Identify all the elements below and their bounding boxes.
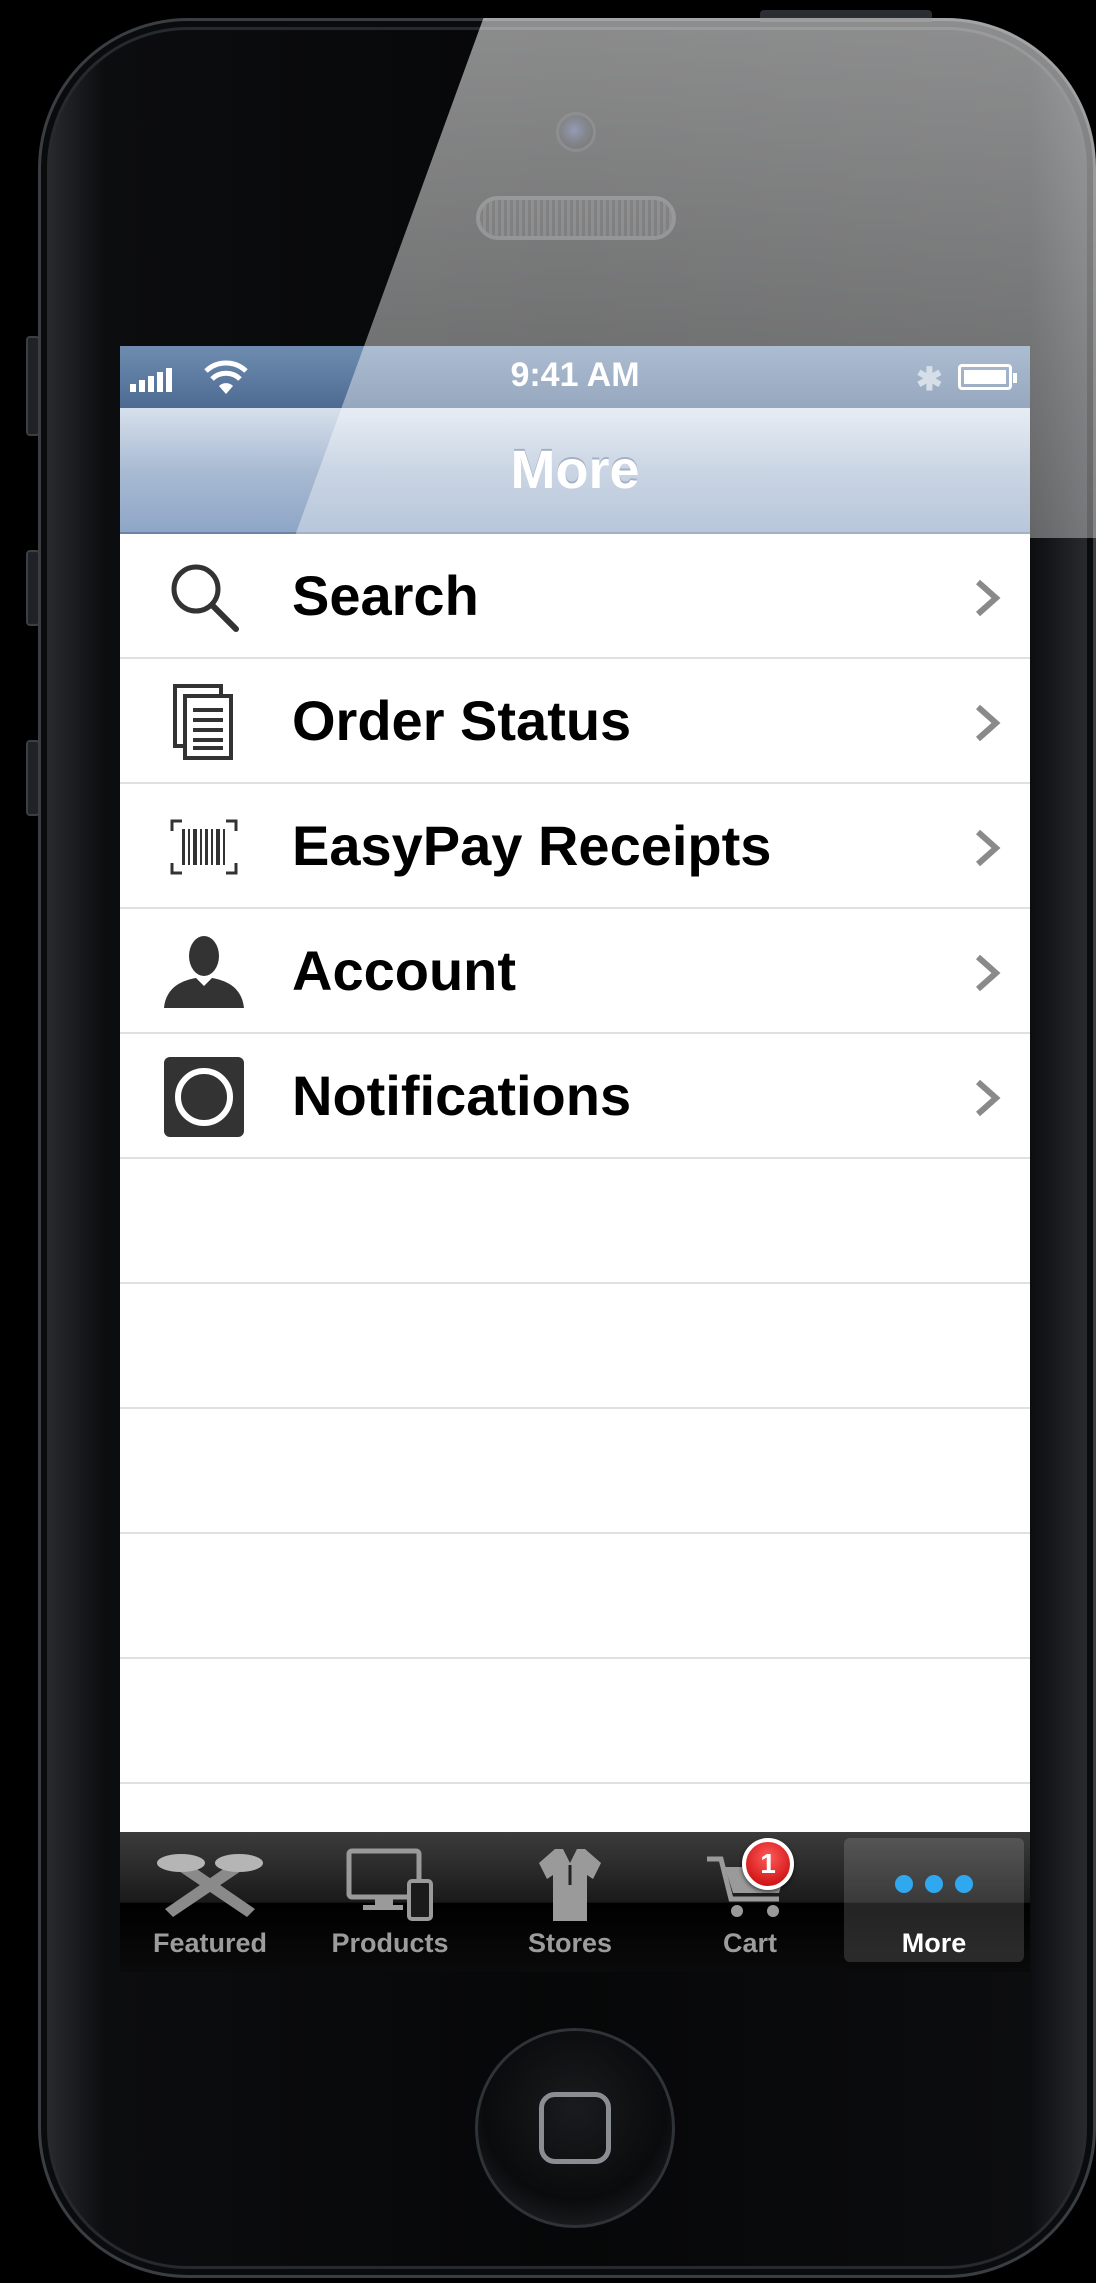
tab-label: Cart — [722, 1928, 777, 1958]
search-icon — [162, 555, 246, 639]
earpiece-speaker — [476, 196, 676, 240]
cart-badge: 1 — [742, 1838, 794, 1890]
tab-cart[interactable]: 1 Cart — [660, 1832, 840, 1972]
tab-stores[interactable]: Stores — [480, 1832, 660, 1972]
volume-up-button — [26, 550, 40, 626]
person-icon — [162, 930, 246, 1014]
home-square-icon — [539, 2092, 611, 2164]
chevron-right-icon — [976, 1079, 1001, 1117]
screen: 9:41 AM ✱ More Search Order Status EasyP… — [120, 346, 1030, 1972]
menu-item-easypay-receipts[interactable]: EasyPay Receipts — [120, 784, 1030, 909]
tab-label: Products — [331, 1928, 449, 1958]
tab-label: More — [901, 1928, 967, 1958]
chevron-right-icon — [976, 954, 1001, 992]
bluetooth-icon: ✱ — [916, 361, 943, 397]
tab-bar: Featured Products Stores 1 Cart More — [120, 1832, 1030, 1972]
empty-row — [120, 1409, 1030, 1534]
menu-item-search[interactable]: Search — [120, 534, 1030, 659]
menu-list: Search Order Status EasyPay Receipts Acc… — [120, 534, 1030, 1784]
more-dots-icon — [879, 1842, 989, 1926]
empty-row — [120, 1284, 1030, 1409]
featured-icon — [155, 1842, 265, 1926]
notification-icon — [162, 1055, 246, 1139]
menu-item-account[interactable]: Account — [120, 909, 1030, 1034]
mute-switch — [26, 336, 40, 436]
home-button[interactable] — [475, 2028, 675, 2228]
battery-icon — [958, 364, 1017, 390]
chevron-right-icon — [976, 704, 1001, 742]
menu-item-notifications[interactable]: Notifications — [120, 1034, 1030, 1159]
devices-icon — [335, 1842, 445, 1926]
nav-title: More — [510, 440, 640, 500]
status-bar: 9:41 AM ✱ — [120, 346, 1030, 408]
menu-item-order-status[interactable]: Order Status — [120, 659, 1030, 784]
navigation-bar: More — [120, 408, 1030, 534]
tab-label: Stores — [527, 1928, 613, 1958]
front-camera — [556, 112, 596, 152]
shirt-icon — [515, 1842, 625, 1926]
document-icon — [162, 680, 246, 764]
chevron-right-icon — [976, 579, 1001, 617]
empty-row — [120, 1659, 1030, 1784]
tab-featured[interactable]: Featured — [120, 1832, 300, 1972]
menu-item-label: Account — [292, 939, 516, 1002]
menu-item-label: EasyPay Receipts — [292, 814, 772, 877]
tab-products[interactable]: Products — [300, 1832, 480, 1972]
volume-down-button — [26, 740, 40, 816]
barcode-icon — [162, 805, 246, 889]
menu-item-label: Order Status — [292, 689, 632, 752]
tab-more[interactable]: More — [844, 1838, 1024, 1962]
menu-item-label: Search — [292, 564, 479, 627]
tab-label: Featured — [152, 1928, 268, 1958]
empty-row — [120, 1534, 1030, 1659]
status-time: 9:41 AM — [510, 356, 640, 394]
empty-row — [120, 1159, 1030, 1284]
chevron-right-icon — [976, 829, 1001, 867]
power-button — [760, 10, 932, 22]
menu-item-label: Notifications — [292, 1064, 632, 1127]
